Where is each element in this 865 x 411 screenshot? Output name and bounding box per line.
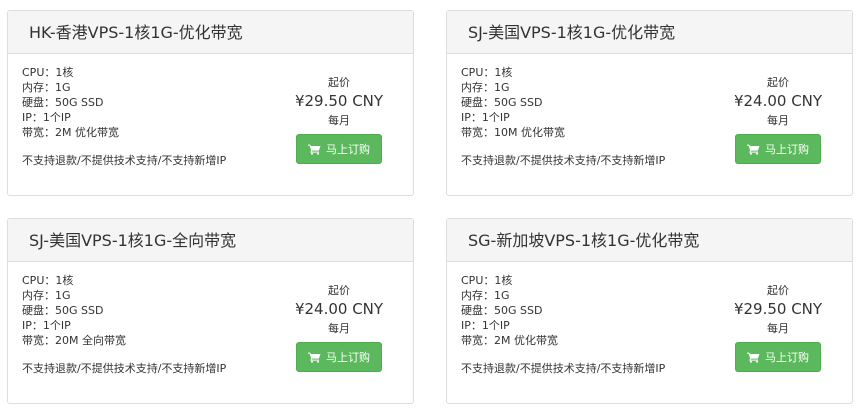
spec-memory: 内存：1G: [22, 289, 71, 302]
plan-note: 不支持退款/不提供技术支持/不支持新增IP: [22, 362, 227, 375]
spec-memory: 内存：1G: [461, 81, 510, 94]
price-period: 每月: [767, 322, 789, 335]
price-value: ¥24.00 CNY: [294, 300, 384, 318]
spec-disk: 硬盘：50G SSD: [461, 304, 543, 317]
order-now-button[interactable]: 马上订购: [296, 134, 382, 164]
spec-ip: IP：1个IP: [22, 111, 71, 124]
order-now-label: 马上订购: [765, 143, 809, 156]
price-from-label: 起价: [328, 76, 350, 89]
plan-title: SJ-美国VPS-1核1G-优化带宽: [447, 11, 852, 54]
price-block: 起价 ¥29.50 CNY 每月 马上订购: [284, 75, 394, 164]
plan-card-sj-full: SJ-美国VPS-1核1G-全向带宽 CPU：1核 内存：1G 硬盘：50G S…: [7, 218, 414, 404]
spec-memory: 内存：1G: [22, 81, 71, 94]
spec-disk: 硬盘：50G SSD: [461, 96, 543, 109]
plan-body: CPU：1核 内存：1G 硬盘：50G SSD IP：1个IP 带宽：10M 优…: [447, 54, 852, 195]
spec-ip: IP：1个IP: [22, 319, 71, 332]
price-period: 每月: [767, 114, 789, 127]
price-from-label: 起价: [328, 284, 350, 297]
spec-bandwidth: 带宽：10M 优化带宽: [461, 126, 565, 139]
order-now-label: 马上订购: [765, 351, 809, 364]
order-now-button[interactable]: 马上订购: [296, 342, 382, 372]
plan-title: HK-香港VPS-1核1G-优化带宽: [8, 11, 413, 54]
shopping-cart-icon: [747, 352, 760, 363]
price-value: ¥24.00 CNY: [733, 92, 823, 110]
plan-body: CPU：1核 内存：1G 硬盘：50G SSD IP：1个IP 带宽：2M 优化…: [447, 262, 852, 403]
plan-note: 不支持退款/不提供技术支持/不支持新增IP: [461, 154, 666, 167]
price-block: 起价 ¥24.00 CNY 每月 马上订购: [284, 283, 394, 372]
spec-bandwidth: 带宽：20M 全向带宽: [22, 334, 126, 347]
shopping-cart-icon: [308, 352, 321, 363]
shopping-cart-icon: [747, 144, 760, 155]
plan-note: 不支持退款/不提供技术支持/不支持新增IP: [461, 362, 666, 375]
spec-cpu: CPU：1核: [22, 66, 74, 79]
spec-ip: IP：1个IP: [461, 111, 510, 124]
spec-ip: IP：1个IP: [461, 319, 510, 332]
spec-cpu: CPU：1核: [461, 274, 513, 287]
plan-specs: CPU：1核 内存：1G 硬盘：50G SSD IP：1个IP 带宽：2M 优化…: [22, 65, 119, 140]
price-value: ¥29.50 CNY: [733, 300, 823, 318]
price-period: 每月: [328, 322, 350, 335]
plan-body: CPU：1核 内存：1G 硬盘：50G SSD IP：1个IP 带宽：20M 全…: [8, 262, 413, 403]
price-from-label: 起价: [767, 76, 789, 89]
spec-cpu: CPU：1核: [22, 274, 74, 287]
spec-disk: 硬盘：50G SSD: [22, 304, 104, 317]
order-now-button[interactable]: 马上订购: [735, 134, 821, 164]
order-now-label: 马上订购: [326, 143, 370, 156]
plan-card-hk: HK-香港VPS-1核1G-优化带宽 CPU：1核 内存：1G 硬盘：50G S…: [7, 10, 414, 196]
price-period: 每月: [328, 114, 350, 127]
price-block: 起价 ¥29.50 CNY 每月 马上订购: [723, 283, 833, 372]
plan-title: SJ-美国VPS-1核1G-全向带宽: [8, 219, 413, 262]
price-block: 起价 ¥24.00 CNY 每月 马上订购: [723, 75, 833, 164]
spec-disk: 硬盘：50G SSD: [22, 96, 104, 109]
plan-specs: CPU：1核 内存：1G 硬盘：50G SSD IP：1个IP 带宽：10M 优…: [461, 65, 565, 140]
spec-cpu: CPU：1核: [461, 66, 513, 79]
price-from-label: 起价: [767, 284, 789, 297]
plan-note: 不支持退款/不提供技术支持/不支持新增IP: [22, 154, 227, 167]
spec-bandwidth: 带宽：2M 优化带宽: [22, 126, 119, 139]
plan-title: SG-新加坡VPS-1核1G-优化带宽: [447, 219, 852, 262]
plan-card-sj-optimized: SJ-美国VPS-1核1G-优化带宽 CPU：1核 内存：1G 硬盘：50G S…: [446, 10, 853, 196]
shopping-cart-icon: [308, 144, 321, 155]
order-now-button[interactable]: 马上订购: [735, 342, 821, 372]
plan-specs: CPU：1核 内存：1G 硬盘：50G SSD IP：1个IP 带宽：2M 优化…: [461, 273, 558, 348]
spec-memory: 内存：1G: [461, 289, 510, 302]
order-now-label: 马上订购: [326, 351, 370, 364]
spec-bandwidth: 带宽：2M 优化带宽: [461, 334, 558, 347]
plan-specs: CPU：1核 内存：1G 硬盘：50G SSD IP：1个IP 带宽：20M 全…: [22, 273, 126, 348]
plan-card-sg: SG-新加坡VPS-1核1G-优化带宽 CPU：1核 内存：1G 硬盘：50G …: [446, 218, 853, 404]
plan-body: CPU：1核 内存：1G 硬盘：50G SSD IP：1个IP 带宽：2M 优化…: [8, 54, 413, 195]
price-value: ¥29.50 CNY: [294, 92, 384, 110]
